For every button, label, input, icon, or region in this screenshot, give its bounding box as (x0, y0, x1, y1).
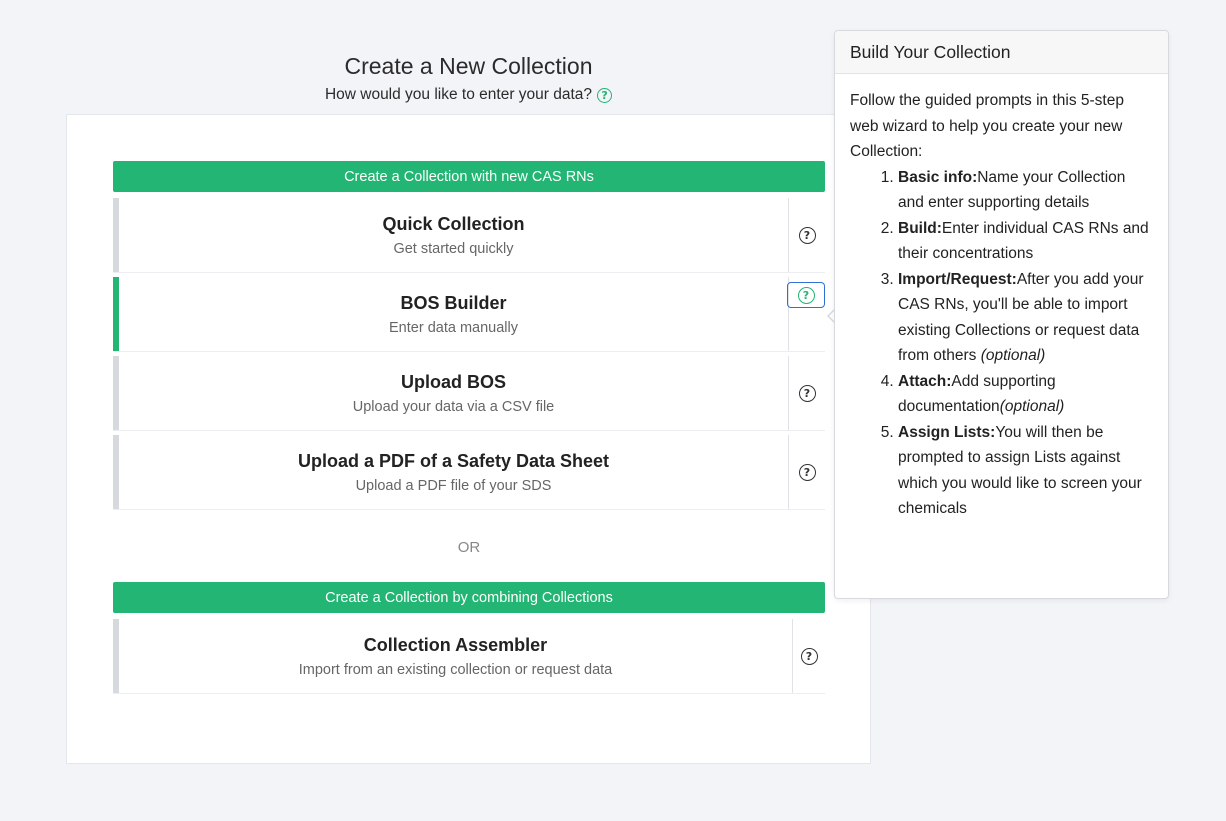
option-title: Upload BOS (400, 371, 506, 392)
step-item: Assign Lists:You will then be prompted t… (898, 420, 1153, 522)
step-label: Import/Request: (898, 270, 1017, 288)
section-header-combine: Create a Collection by combining Collect… (113, 582, 825, 613)
help-cell: ? (787, 277, 825, 351)
help-cell: ? (788, 198, 825, 272)
or-divider: OR (457, 539, 481, 556)
question-circle-icon[interactable]: ? (798, 463, 816, 481)
option-body[interactable]: Upload BOS Upload your data via a CSV fi… (119, 356, 788, 430)
help-popover: Build Your Collection Follow the guided … (834, 30, 1169, 599)
step-label: Basic info: (898, 168, 978, 186)
option-body[interactable]: Quick Collection Get started quickly (119, 198, 788, 272)
step-label: Attach: (898, 372, 952, 390)
option-body[interactable]: BOS Builder Enter data manually (119, 277, 788, 351)
help-cell: ? (792, 619, 825, 693)
header: Create a New Collection How would you li… (66, 50, 871, 104)
option-title: Collection Assembler (363, 634, 548, 655)
option-title: Quick Collection (382, 213, 525, 234)
page-title: Create a New Collection (344, 53, 593, 79)
option-bos-builder[interactable]: BOS Builder Enter data manually ? (113, 277, 825, 351)
step-item: Attach:Add supporting documentation(opti… (898, 369, 1153, 420)
option-description: Import from an existing collection or re… (298, 661, 613, 678)
option-collection-assembler[interactable]: Collection Assembler Import from an exis… (113, 619, 825, 693)
step-item: Import/Request:After you add your CAS RN… (898, 267, 1153, 369)
option-title: Upload a PDF of a Safety Data Sheet (297, 450, 610, 471)
step-item: Build:Enter individual CAS RNs and their… (898, 216, 1153, 267)
option-title: BOS Builder (400, 292, 507, 313)
popover-steps: Basic info:Name your Collection and ente… (850, 165, 1153, 522)
step-label: Build: (898, 219, 942, 237)
question-circle-icon: ? (797, 286, 815, 304)
option-description: Upload a PDF file of your SDS (355, 477, 552, 494)
option-body[interactable]: Collection Assembler Import from an exis… (119, 619, 792, 693)
options-card: Create a Collection with new CAS RNs Qui… (66, 114, 871, 764)
step-item: Basic info:Name your Collection and ente… (898, 165, 1153, 216)
section-header-new-cas: Create a Collection with new CAS RNs (113, 161, 825, 192)
popover-title: Build Your Collection (835, 31, 1168, 74)
subtitle-text: How would you like to enter your data? (324, 86, 593, 103)
option-upload-sds-pdf[interactable]: Upload a PDF of a Safety Data Sheet Uplo… (113, 435, 825, 509)
popover-intro: Follow the guided prompts in this 5-step… (850, 92, 1124, 160)
help-cell: ? (788, 435, 825, 509)
option-quick-collection[interactable]: Quick Collection Get started quickly ? (113, 198, 825, 272)
help-cell: ? (788, 356, 825, 430)
question-circle-icon[interactable]: ? (800, 647, 818, 665)
help-button-focused[interactable]: ? (787, 282, 825, 308)
question-circle-icon[interactable]: ? (597, 87, 613, 103)
popover-body: Follow the guided prompts in this 5-step… (835, 74, 1168, 522)
option-description: Get started quickly (393, 240, 514, 257)
step-note: (optional) (980, 347, 1046, 364)
question-circle-icon[interactable]: ? (798, 226, 816, 244)
step-label: Assign Lists: (898, 423, 996, 441)
option-body[interactable]: Upload a PDF of a Safety Data Sheet Uplo… (119, 435, 788, 509)
option-description: Enter data manually (389, 319, 518, 336)
step-note: (optional) (999, 398, 1065, 415)
option-upload-bos[interactable]: Upload BOS Upload your data via a CSV fi… (113, 356, 825, 430)
question-circle-icon[interactable]: ? (798, 384, 816, 402)
subtitle: How would you like to enter your data? ? (324, 86, 613, 104)
option-description: Upload your data via a CSV file (352, 398, 555, 415)
